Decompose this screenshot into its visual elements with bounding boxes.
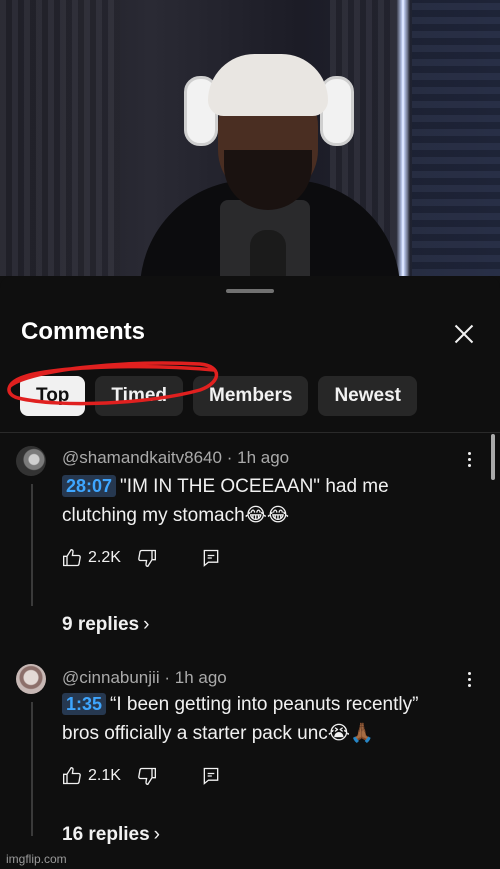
- replies-count: 16 replies: [62, 824, 150, 845]
- chip-newest[interactable]: Newest: [318, 376, 417, 416]
- microphone: [250, 230, 286, 276]
- comment-line: "IM IN THE OCEEAAN" had me: [120, 476, 389, 497]
- thumbs-up-icon[interactable]: [62, 548, 82, 568]
- more-vert-icon[interactable]: [460, 670, 480, 690]
- drag-handle[interactable]: [226, 289, 274, 293]
- avatar[interactable]: [16, 446, 46, 476]
- watermark: imgflip.com: [6, 852, 67, 866]
- comment-text: 1:35 “I been getting into peanuts recentl…: [62, 690, 482, 748]
- comment-line: “I been getting into peanuts recently”: [110, 694, 419, 715]
- chip-timed[interactable]: Timed: [95, 376, 184, 416]
- comment-actions: 2.1K: [62, 766, 221, 786]
- filter-chips: Top Timed Members Newest: [20, 376, 417, 416]
- comment-meta: @shamandkaitv8640 · 1h ago: [62, 448, 289, 468]
- timestamp-link[interactable]: 1:35: [62, 693, 107, 715]
- meta-separator: ·: [226, 448, 233, 467]
- chip-members[interactable]: Members: [193, 376, 309, 416]
- like-count: 2.2K: [88, 549, 121, 566]
- comments-sheet: Comments Top Timed Members Newest @shama…: [0, 276, 500, 869]
- reply-icon[interactable]: [201, 548, 221, 568]
- comment-age: 1h ago: [174, 668, 227, 687]
- timestamp-link[interactable]: 28:07: [62, 475, 117, 497]
- comment-author[interactable]: @shamandkaitv8640: [62, 448, 222, 467]
- comment-line: clutching my stomach😂😂: [62, 505, 290, 526]
- streamer: [140, 40, 400, 276]
- acoustic-foam: [412, 0, 500, 276]
- chevron-right-icon: ›: [153, 824, 160, 845]
- thumbs-up-icon[interactable]: [62, 766, 82, 786]
- replies-count: 9 replies: [62, 614, 140, 635]
- reply-icon[interactable]: [201, 766, 221, 786]
- scrollbar[interactable]: [491, 434, 495, 480]
- comment-text: 28:07 "IM IN THE OCEEAAN" had me clutchin…: [62, 472, 482, 530]
- comment-actions: 2.2K: [62, 548, 221, 568]
- chip-top[interactable]: Top: [20, 376, 86, 416]
- acoustic-foam: [0, 0, 120, 276]
- replies-toggle[interactable]: 9 replies ›: [62, 614, 149, 636]
- video-player[interactable]: [0, 0, 500, 276]
- replies-toggle[interactable]: 16 replies ›: [62, 824, 160, 846]
- beanie: [208, 54, 328, 116]
- thread-line: [31, 702, 33, 836]
- close-icon[interactable]: [450, 320, 478, 348]
- more-vert-icon[interactable]: [460, 450, 480, 470]
- comment-author[interactable]: @cinnabunjii: [62, 668, 160, 687]
- divider: [0, 432, 500, 433]
- comment-age: 1h ago: [237, 448, 290, 467]
- panel-title: Comments: [21, 318, 146, 345]
- comment-meta: @cinnabunjii · 1h ago: [62, 668, 227, 688]
- avatar[interactable]: [16, 664, 46, 694]
- chevron-right-icon: ›: [143, 614, 150, 635]
- meta-separator: ·: [164, 668, 170, 687]
- thread-line: [31, 484, 33, 606]
- like-count: 2.1K: [88, 767, 121, 784]
- thumbs-down-icon[interactable]: [137, 766, 157, 786]
- thumbs-down-icon[interactable]: [137, 548, 157, 568]
- comment-line: bros officially a starter pack unc😭🙏🏾: [62, 723, 374, 744]
